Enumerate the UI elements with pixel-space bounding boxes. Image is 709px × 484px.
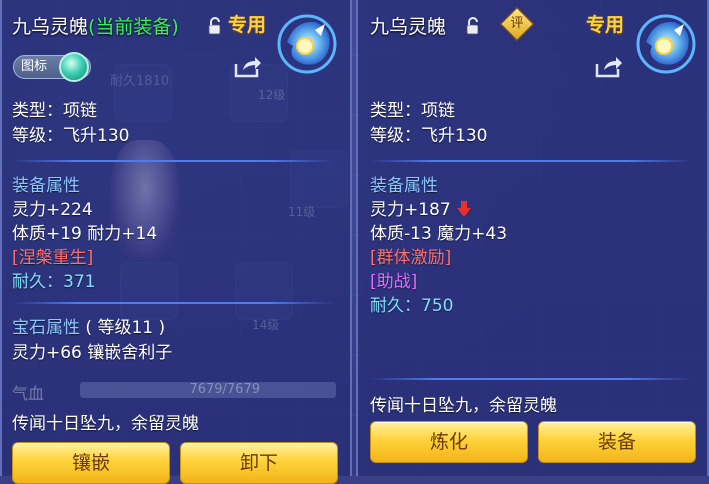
share-icon[interactable]: [594, 54, 624, 80]
exclusive-badge: 专用: [586, 14, 625, 36]
durability: 耐久：750: [370, 296, 454, 316]
bg-slot-level: 12级: [258, 88, 286, 102]
gem-attr: 灵力+66 镶嵌舍利子: [12, 343, 173, 363]
unlock-icon[interactable]: [206, 17, 224, 35]
divider: [370, 160, 692, 162]
item-name: 九乌灵魄: [370, 16, 447, 38]
inlay-button[interactable]: 镶嵌: [12, 442, 170, 484]
current-item-panel: 九乌灵魄(当前装备) 专用 图标 类型：项链 等级：飞升130 装备属性 灵力+…: [0, 0, 352, 484]
item-lore: 传闻十日坠九，余留灵魄: [12, 414, 199, 434]
necklace-item-icon: [277, 14, 337, 74]
gem-level: ( 等级11 ): [85, 318, 166, 338]
bg-blood-label: 气血: [12, 384, 45, 403]
review-badge-label: 评: [510, 16, 524, 31]
attr-line-1: 灵力+187: [370, 199, 472, 221]
attr-value: 灵力+187: [370, 200, 451, 220]
attr-line-2: 体质+19 耐力+14: [12, 224, 158, 244]
unequip-button[interactable]: 卸下: [180, 442, 338, 484]
decrease-arrow-icon: [457, 201, 472, 217]
unlock-icon[interactable]: [464, 17, 482, 35]
bg-durability-text: 耐久1810: [110, 74, 170, 89]
necklace-item-icon: [636, 14, 696, 74]
attr-header: 装备属性: [12, 176, 80, 196]
compare-item-panel: 九乌灵魄 评 专用 类型：项链 等级：飞升130 装备属性 灵力+187 体质-…: [356, 0, 709, 476]
item-level: 等级：飞升130: [12, 126, 130, 146]
item-type: 类型：项链: [12, 101, 97, 121]
gem-section: 宝石属性 ( 等级11 ): [12, 317, 165, 339]
special-effect: [涅槃重生]: [12, 248, 94, 268]
bg-blood-bar: 7679/7679: [80, 382, 336, 398]
item-title: 九乌灵魄: [370, 12, 446, 39]
item-name: 九乌灵魄: [12, 16, 89, 38]
divider: [12, 160, 334, 162]
exclusive-badge: 专用: [228, 14, 267, 36]
bg-slot-level: 11级: [288, 205, 316, 219]
divider: [12, 302, 334, 304]
gem-header: 宝石属性: [12, 318, 80, 338]
icon-toggle-orb[interactable]: [59, 52, 89, 82]
bg-slot-level: 14级: [252, 318, 280, 332]
special-skill: [助战]: [370, 272, 418, 292]
attr-header: 装备属性: [370, 176, 438, 196]
equipped-tag: (当前装备): [88, 16, 179, 38]
share-icon[interactable]: [233, 54, 263, 80]
attr-line-1: 灵力+224: [12, 200, 93, 220]
equip-button[interactable]: 装备: [538, 421, 696, 463]
item-title: 九乌灵魄(当前装备): [12, 12, 179, 39]
durability: 耐久：371: [12, 272, 96, 292]
item-level: 等级：飞升130: [370, 126, 488, 146]
divider: [370, 378, 692, 380]
attr-line-2: 体质-13 魔力+43: [370, 224, 508, 244]
item-lore: 传闻十日坠九，余留灵魄: [370, 396, 557, 416]
item-type: 类型：项链: [370, 101, 455, 121]
special-effect: [群体激励]: [370, 248, 452, 268]
refine-button[interactable]: 炼化: [370, 421, 528, 463]
